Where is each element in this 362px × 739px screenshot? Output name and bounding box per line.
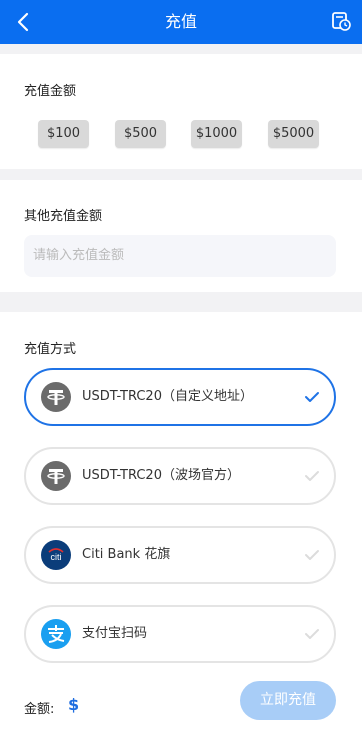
check-icon	[305, 471, 319, 481]
payment-method-label: 充值方式	[24, 342, 77, 357]
method-label: Citi Bank 花旗	[82, 547, 171, 562]
citi-icon: citi	[41, 540, 71, 570]
amount-section: 充值金额 $100 $500 $1000 $5000	[0, 54, 362, 169]
method-label: USDT-TRC20（波场官方）	[82, 468, 240, 483]
page-title: 充值	[164, 12, 197, 31]
method-usdt-custom[interactable]: USDT-TRC20（自定义地址）	[24, 368, 336, 426]
method-citi-bank[interactable]: citi Citi Bank 花旗	[24, 526, 336, 584]
amount-option-5000[interactable]: $5000	[268, 120, 319, 148]
amount-input[interactable]: 请输入充值金额	[24, 235, 336, 277]
method-alipay[interactable]: 支付宝扫码	[24, 605, 336, 663]
tether-icon	[41, 382, 71, 412]
alipay-icon	[41, 619, 71, 649]
check-icon	[305, 550, 319, 560]
submit-recharge-button[interactable]: 立即充值	[240, 681, 336, 720]
app-header: 充值	[0, 0, 362, 44]
method-label: 支付宝扫码	[82, 626, 148, 641]
tether-icon	[41, 461, 71, 491]
payment-method-section: 充值方式 USDT-TRC20（自定义地址） USDT-TRC20（波场官方）	[0, 312, 362, 739]
other-amount-label: 其他充值金额	[24, 209, 103, 224]
svg-text:citi: citi	[51, 552, 62, 562]
other-amount-section: 其他充值金额 请输入充值金额	[0, 180, 362, 292]
method-usdt-official[interactable]: USDT-TRC20（波场官方）	[24, 447, 336, 505]
amount-option-500[interactable]: $500	[115, 120, 166, 148]
total-amount-currency: $	[68, 695, 80, 714]
amount-label: 充值金额	[24, 84, 77, 99]
check-icon	[305, 392, 319, 402]
method-label: USDT-TRC20（自定义地址）	[82, 389, 253, 404]
total-amount-label: 金额:	[24, 702, 55, 717]
amount-option-1000[interactable]: $1000	[191, 120, 242, 148]
amount-option-100[interactable]: $100	[38, 120, 89, 148]
check-icon	[305, 629, 319, 639]
history-record-icon[interactable]	[330, 10, 352, 32]
